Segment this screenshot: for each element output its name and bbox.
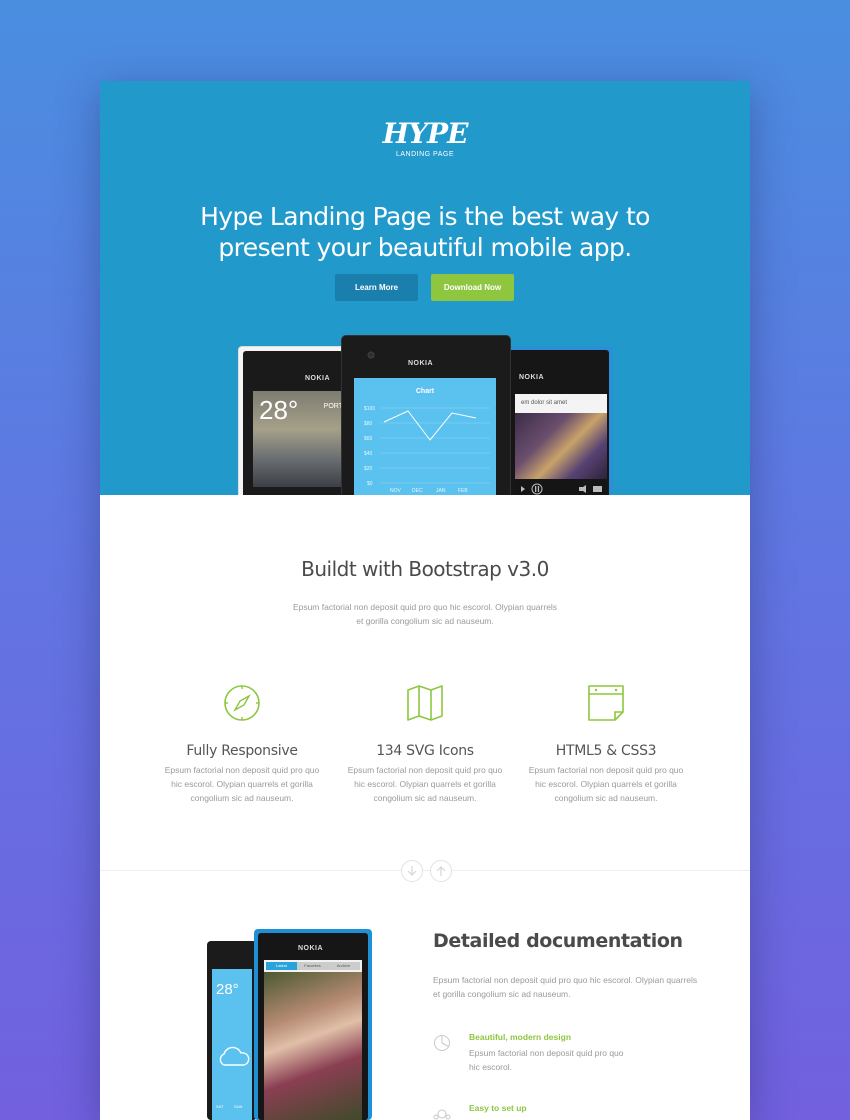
phone-front: NOKIA Latest Favorites Archive	[254, 929, 372, 1120]
line-chart: $100 $80 $60 $40 $20 $0 NOV DEC JAN FEB	[364, 406, 490, 494]
feature-card: HTML5 & CSS3 Epsum factorial non deposit…	[524, 683, 688, 805]
scroll-up-button[interactable]	[430, 860, 452, 882]
y-tick: $100	[364, 406, 375, 412]
phone-left: NOKIA 28° PORT	[238, 346, 348, 495]
gears-icon	[433, 1109, 451, 1120]
day-label: SAT	[216, 1104, 224, 1109]
arrow-up-icon	[436, 866, 446, 876]
day-label: SUN	[234, 1104, 243, 1109]
feature-description: Epsum factorial non deposit quid pro quo…	[164, 765, 320, 803]
pie-chart-icon	[434, 1035, 450, 1051]
docs-item-title: Beautiful, modern design	[469, 1032, 572, 1042]
arrow-down-icon	[407, 866, 417, 876]
docs-description: Epsum factorial non deposit quid pro quo…	[433, 975, 698, 999]
temperature-label: 28°	[216, 981, 239, 998]
x-tick: DEC	[412, 488, 423, 494]
download-now-button[interactable]: Download Now	[431, 274, 514, 301]
phone-middle: NOKIA Chart $100 $80 $60 $40 $20 $0 NOV …	[341, 335, 511, 495]
y-tick: $80	[364, 421, 373, 427]
features-description: Epsum factorial non deposit quid pro quo…	[292, 602, 558, 626]
weather-screen: 28° SAT SUN	[212, 969, 252, 1120]
hero-title: Hype Landing Page is the best way to pre…	[200, 202, 650, 262]
feature-description: Epsum factorial non deposit quid pro quo…	[347, 765, 503, 803]
gallery-tabs: Latest Favorites Archive	[266, 962, 360, 970]
logo[interactable]: HYPE LANDING PAGE	[100, 117, 750, 159]
phone-brand: NOKIA	[408, 360, 434, 367]
phone-back: 28° SAT SUN	[207, 941, 257, 1120]
tab-favorites: Favorites	[304, 963, 321, 968]
y-tick: $20	[364, 466, 373, 472]
map-icon	[407, 685, 443, 721]
gallery-photo	[264, 972, 362, 1120]
media-caption: em dolor sit amet	[515, 394, 607, 413]
media-controls	[515, 479, 607, 495]
feature-card: 134 SVG Icons Epsum factorial non deposi…	[343, 683, 507, 805]
logo-text: HYPE	[382, 117, 469, 150]
feature-title: HTML5 & CSS3	[555, 743, 657, 759]
docs-title: Detailed documentation	[433, 930, 683, 952]
chart-line	[383, 410, 477, 441]
y-tick: $0	[367, 481, 373, 487]
media-image	[515, 413, 607, 479]
y-tick: $60	[364, 436, 373, 442]
phone-brand: NOKIA	[519, 374, 545, 381]
x-tick: NOV	[390, 488, 402, 494]
x-tick: JAN	[436, 488, 446, 494]
scroll-down-button[interactable]	[401, 860, 423, 882]
x-tick: FEB	[458, 488, 468, 494]
tab-archive: Archive	[336, 963, 351, 968]
learn-more-button[interactable]: Learn More	[335, 274, 418, 301]
logo-subtitle: LANDING PAGE	[396, 151, 454, 158]
feature-title: Fully Responsive	[186, 743, 298, 759]
feature-card: Fully Responsive Epsum factorial non dep…	[160, 683, 324, 805]
section-divider	[100, 870, 750, 871]
media-control-icons	[521, 483, 602, 495]
docs-item-description: Epsum factorial non deposit quid pro quo…	[469, 1048, 624, 1072]
calendar-icon	[588, 685, 624, 721]
phone-brand: NOKIA	[298, 945, 324, 952]
y-tick: $40	[364, 451, 373, 457]
phone-brand: NOKIA	[305, 375, 331, 382]
phone-right: NOKIA em dolor sit amet	[505, 346, 613, 495]
cloud-icon	[219, 1046, 250, 1066]
hero-section: HYPE LANDING PAGE Hype Landing Page is t…	[100, 81, 750, 495]
compass-icon	[224, 685, 260, 721]
feature-title: 134 SVG Icons	[376, 743, 474, 759]
weather-screen: 28° PORT	[253, 391, 345, 487]
media-screen: em dolor sit amet	[515, 394, 607, 495]
docs-item-title: Easy to set up	[469, 1103, 527, 1113]
temperature-label: 28°	[259, 395, 299, 425]
camera-icon	[367, 351, 375, 359]
chart-screen: Chart $100 $80 $60 $40 $20 $0 NOV DEC JA…	[354, 378, 496, 495]
gallery-screen: Latest Favorites Archive	[264, 960, 362, 1120]
features-title: Buildt with Bootstrap v3.0	[301, 557, 549, 581]
tab-latest: Latest	[266, 962, 297, 970]
feature-description: Epsum factorial non deposit quid pro quo…	[528, 765, 684, 803]
landing-page-preview: HYPE LANDING PAGE Hype Landing Page is t…	[100, 81, 750, 1120]
